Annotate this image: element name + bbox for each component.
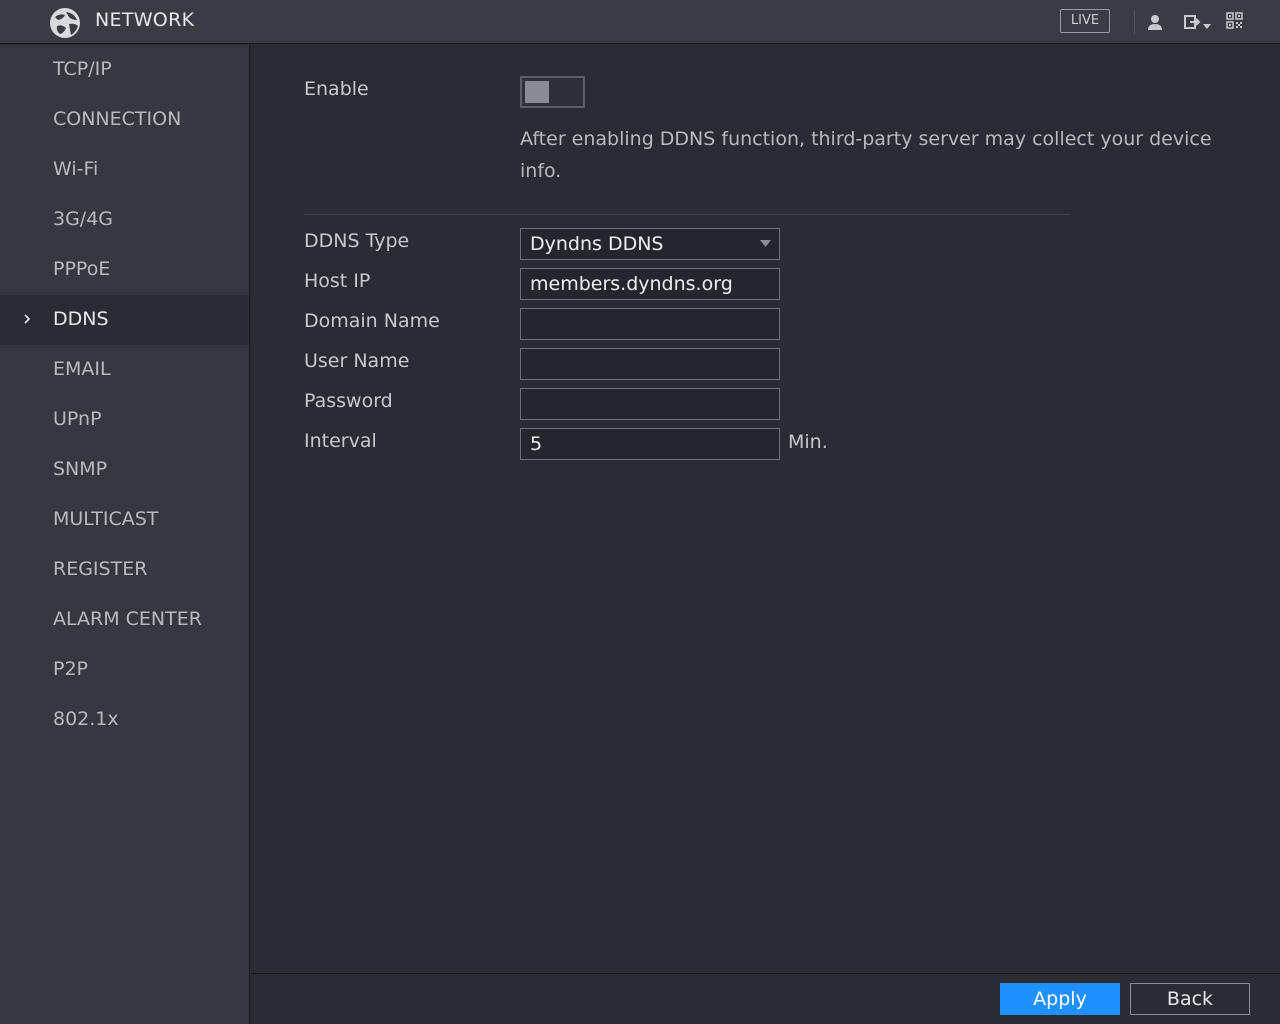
back-button[interactable]: Back — [1130, 983, 1250, 1015]
sidebar-item-ddns[interactable]: DDNS — [0, 295, 249, 345]
page-title: NETWORK — [95, 9, 195, 31]
toggle-knob — [525, 81, 549, 103]
sidebar-item-alarm-center[interactable]: ALARM CENTER — [0, 595, 249, 645]
sidebar-item-snmp[interactable]: SNMP — [0, 445, 249, 495]
sidebar-item-label: DDNS — [53, 308, 109, 330]
sidebar-item-upnp[interactable]: UPnP — [0, 395, 249, 445]
user-name-label: User Name — [304, 350, 410, 372]
sidebar-item-label: REGISTER — [53, 558, 148, 580]
ddns-type-value: Dyndns DDNS — [530, 233, 664, 255]
sidebar-item-register[interactable]: REGISTER — [0, 545, 249, 595]
sidebar-item-label: SNMP — [53, 458, 108, 480]
ddns-notice-text: After enabling DDNS function, third-part… — [520, 128, 1212, 182]
sidebar-item-3g4g[interactable]: 3G/4G — [0, 195, 249, 245]
sidebar-item-pppoe[interactable]: PPPoE — [0, 245, 249, 295]
logout-icon[interactable] — [1183, 13, 1201, 31]
sidebar-item-8021x[interactable]: 802.1x — [0, 695, 249, 745]
sidebar-item-multicast[interactable]: MULTICAST — [0, 495, 249, 545]
interval-label: Interval — [304, 430, 377, 452]
host-ip-input[interactable]: members.dyndns.org — [520, 268, 780, 300]
sidebar-item-label: UPnP — [53, 408, 102, 430]
sidebar-item-wifi[interactable]: Wi-Fi — [0, 145, 249, 195]
divider — [304, 214, 1070, 215]
sidebar-item-p2p[interactable]: P2P — [0, 645, 249, 695]
sidebar-item-tcpip[interactable]: TCP/IP — [0, 45, 249, 95]
interval-unit: Min. — [788, 431, 828, 453]
live-button[interactable]: LIVE — [1060, 9, 1110, 33]
enable-label: Enable — [304, 78, 369, 100]
domain-name-label: Domain Name — [304, 310, 440, 332]
globe-logo-icon — [50, 8, 80, 38]
chevron-right-icon — [24, 314, 31, 324]
footer-bar: Apply Back — [251, 973, 1280, 1024]
sidebar-item-label: CONNECTION — [53, 108, 182, 130]
sidebar-item-label: 802.1x — [53, 708, 119, 730]
dropdown-arrow-icon — [760, 240, 771, 247]
qr-code-icon[interactable] — [1226, 12, 1243, 29]
sidebar-item-connection[interactable]: CONNECTION — [0, 95, 249, 145]
sidebar-item-label: ALARM CENTER — [53, 608, 202, 630]
interval-input[interactable]: 5 — [520, 428, 780, 460]
sidebar-item-label: 3G/4G — [53, 208, 114, 230]
apply-button[interactable]: Apply — [1000, 983, 1120, 1015]
password-label: Password — [304, 390, 393, 412]
chevron-down-icon[interactable] — [1203, 24, 1211, 30]
host-ip-label: Host IP — [304, 270, 371, 292]
ddns-settings-panel: Enable After enabling DDNS function, thi… — [251, 45, 1280, 973]
sidebar-item-label: Wi-Fi — [53, 158, 99, 180]
sidebar-item-email[interactable]: EMAIL — [0, 345, 249, 395]
top-bar: NETWORK LIVE — [0, 0, 1280, 44]
sidebar-item-label: EMAIL — [53, 358, 111, 380]
sidebar: TCP/IP CONNECTION Wi-Fi 3G/4G PPPoE DDNS… — [0, 45, 250, 1024]
password-input[interactable] — [520, 388, 780, 420]
sidebar-item-label: TCP/IP — [53, 58, 112, 80]
sidebar-item-label: P2P — [53, 658, 89, 680]
enable-toggle[interactable] — [520, 76, 585, 108]
domain-name-input[interactable] — [520, 308, 780, 340]
header-divider — [1134, 10, 1135, 34]
sidebar-item-label: MULTICAST — [53, 508, 159, 530]
user-name-input[interactable] — [520, 348, 780, 380]
ddns-type-select[interactable]: Dyndns DDNS — [520, 228, 780, 260]
sidebar-item-label: PPPoE — [53, 258, 111, 280]
user-icon[interactable] — [1146, 13, 1164, 31]
ddns-type-label: DDNS Type — [304, 230, 410, 252]
